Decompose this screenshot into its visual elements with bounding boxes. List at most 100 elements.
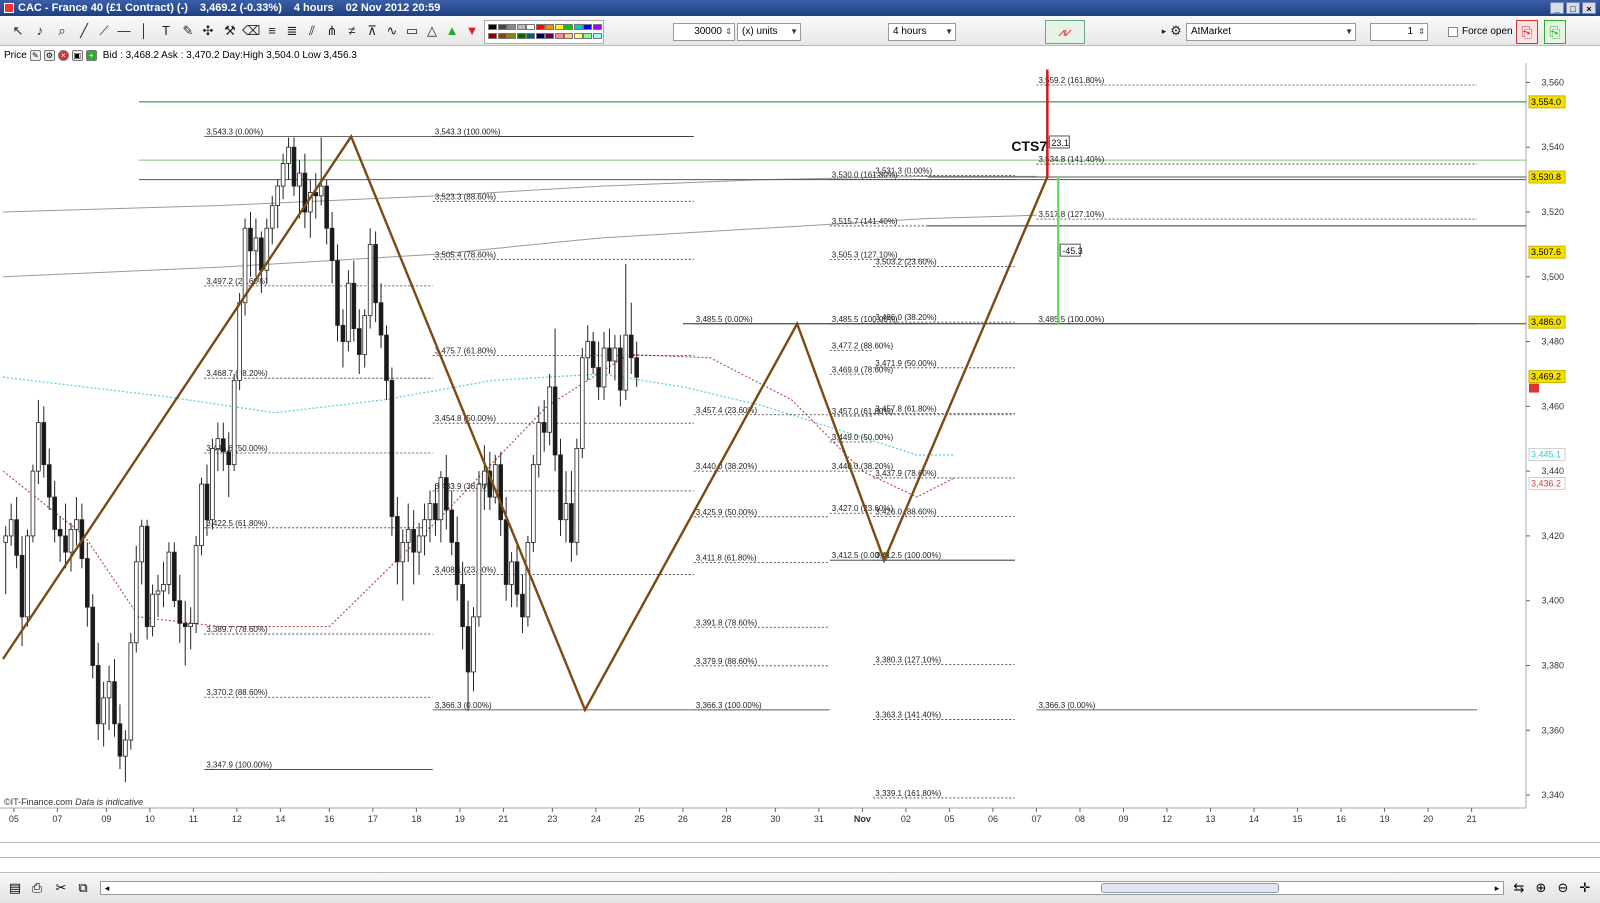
color-swatch[interactable]	[592, 24, 602, 30]
arrow-down-icon[interactable]: ▼	[464, 23, 480, 39]
trash-icon[interactable]: ⌫	[242, 23, 260, 39]
pattern-scanner-button[interactable]: ⩘⩗	[1045, 20, 1085, 44]
candle-body	[286, 146, 291, 164]
brush-icon[interactable]: ✎	[180, 23, 196, 39]
candle-body	[438, 477, 444, 521]
hline-icon[interactable]: —	[116, 23, 132, 39]
export-icon[interactable]: ⧉	[74, 879, 92, 897]
tools-icon[interactable]: ⚒	[222, 23, 238, 39]
command-line[interactable]	[0, 842, 1600, 858]
order-type-select[interactable]: AtMarket ▼	[1186, 23, 1356, 41]
color-swatch[interactable]	[497, 24, 507, 30]
candle-body	[8, 519, 14, 537]
price-chart[interactable]: 3,340 3,360 3,380 3,400 3,420 3,440 3,460 3,480…	[0, 63, 1600, 825]
color-swatch[interactable]	[583, 24, 592, 30]
zoom-out-icon[interactable]: ⊖	[1554, 879, 1572, 897]
candle-body	[52, 496, 57, 530]
maximize-icon[interactable]: □	[1566, 2, 1580, 14]
scroll-left-icon[interactable]: ◂	[101, 882, 113, 894]
color-swatch[interactable]	[564, 24, 573, 30]
color-swatch[interactable]	[573, 24, 583, 30]
color-palette[interactable]	[484, 20, 604, 44]
printer-icon[interactable]: ⎙	[28, 879, 46, 897]
fib-retrace-icon[interactable]: ≠	[344, 23, 360, 39]
color-swatch[interactable]	[535, 33, 545, 39]
remove-icon[interactable]: ×	[57, 49, 69, 61]
print-preview-icon[interactable]: ▤	[6, 879, 24, 897]
candle-body	[215, 438, 221, 449]
candle-body	[297, 172, 302, 187]
channel-icon[interactable]: ⫽	[304, 23, 320, 39]
color-swatch[interactable]	[554, 24, 564, 30]
fib-level-label: 3,531.3 (0.00%)	[875, 166, 932, 175]
color-swatch[interactable]	[526, 24, 535, 30]
color-swatch[interactable]	[545, 33, 554, 39]
close-icon[interactable]: ×	[1582, 2, 1596, 14]
alert-bell-icon[interactable]: ♪	[32, 23, 48, 39]
text-tool-icon[interactable]: T	[158, 23, 174, 39]
settings-icon[interactable]: ⚙	[43, 49, 55, 61]
ray-icon[interactable]: ⟋	[96, 23, 112, 39]
color-swatch[interactable]	[488, 33, 497, 39]
wrench-icon[interactable]: ⚙	[1168, 23, 1184, 39]
candle-body	[85, 558, 90, 608]
sell-button[interactable]: ⎘	[1516, 20, 1538, 44]
zoom-in-icon[interactable]: ⊕	[1532, 879, 1550, 897]
candle-body	[585, 341, 591, 359]
fit-icon[interactable]: ⇆	[1510, 879, 1528, 897]
minimize-icon[interactable]: _	[1550, 2, 1564, 14]
units-select[interactable]: (x) units ▼	[737, 23, 801, 41]
crosshair-icon[interactable]: ✛	[1576, 879, 1594, 897]
scissors-icon[interactable]: ✂	[52, 879, 70, 897]
color-swatch[interactable]	[535, 24, 545, 30]
quantity-input[interactable]: 30000 ⇕	[673, 23, 735, 41]
add-icon[interactable]: +	[85, 49, 97, 61]
candle-body	[601, 347, 607, 388]
buy-button[interactable]: ⎘	[1544, 20, 1566, 44]
fib-fan-icon[interactable]: ≣	[284, 23, 300, 39]
chart-canvas[interactable]: 3,340 3,360 3,380 3,400 3,420 3,440 3,460 3,480…	[0, 63, 1600, 825]
zoom-icon[interactable]: ⌕	[54, 23, 70, 39]
order-qty-input[interactable]: 1 ⇕	[1370, 23, 1428, 41]
trendline-icon[interactable]: ╱	[76, 23, 92, 39]
color-swatch[interactable]	[592, 33, 602, 39]
color-swatch[interactable]	[573, 33, 583, 39]
candle-body	[569, 503, 574, 543]
wrench-icon[interactable]: ✎	[29, 49, 41, 61]
color-swatch[interactable]	[526, 33, 535, 39]
horizontal-scrollbar[interactable]: ◂ ▸	[100, 881, 1504, 895]
scroll-thumb[interactable]	[1101, 883, 1279, 893]
candle-body	[166, 551, 172, 585]
rectangle-icon[interactable]: ▭	[404, 23, 420, 39]
layers-icon[interactable]: ▣	[71, 49, 83, 61]
color-swatch[interactable]	[507, 33, 516, 39]
color-swatch[interactable]	[554, 33, 564, 39]
y-tick-label: 3,480	[1541, 337, 1564, 347]
color-swatch[interactable]	[516, 33, 526, 39]
color-swatch[interactable]	[488, 24, 497, 30]
arrow-up-icon[interactable]: ▲	[444, 23, 460, 39]
pitchfork-icon[interactable]: ⋔	[324, 23, 340, 39]
candle-body	[590, 341, 596, 368]
candle-body	[416, 535, 422, 553]
price-tag: 3,486.0	[1528, 315, 1566, 329]
cross-tool-icon[interactable]: ✣	[200, 23, 216, 39]
vline-icon[interactable]: │	[136, 23, 152, 39]
pointer-icon[interactable]: ↖	[10, 23, 26, 39]
color-swatch[interactable]	[507, 24, 516, 30]
color-swatch[interactable]	[516, 24, 526, 30]
triangle-icon[interactable]: △	[424, 23, 440, 39]
color-swatch[interactable]	[583, 33, 592, 39]
color-swatch[interactable]	[564, 33, 573, 39]
color-swatch[interactable]	[545, 24, 554, 30]
force-open-checkbox[interactable]	[1448, 27, 1458, 37]
price-tag: 3,436.2	[1528, 476, 1566, 490]
scroll-right-icon[interactable]: ▸	[1491, 882, 1503, 894]
wave-icon[interactable]: ∿	[384, 23, 400, 39]
fib-ext-icon[interactable]: ⊼	[364, 23, 380, 39]
candle-body	[498, 464, 503, 521]
fibonacci-icon[interactable]: ≡	[264, 23, 280, 39]
quote-info: Bid : 3,468.2 Ask : 3,470.2 Day:High 3,5…	[102, 49, 357, 61]
interval-select[interactable]: 4 hours ▼	[888, 23, 956, 41]
color-swatch[interactable]	[497, 33, 507, 39]
